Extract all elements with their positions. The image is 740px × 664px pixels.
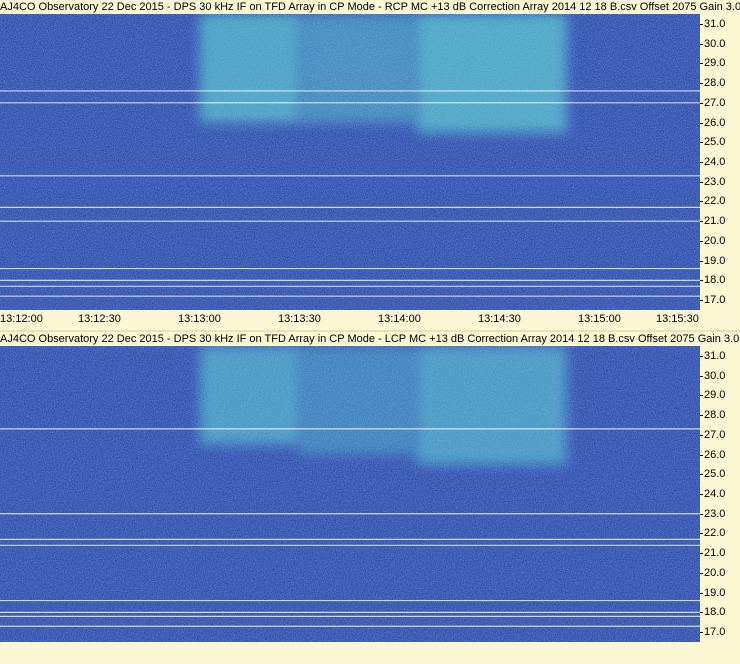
time-tick-label: 13:12:30 [78,313,121,325]
rcp-panel: AJ4CO Observatory 22 Dec 2015 - DPS 30 k… [0,0,740,330]
frequency-tick-label: 27.0 [699,96,726,109]
frequency-tick-label: 30.0 [699,37,726,50]
frequency-tick-label: 30.0 [699,369,726,382]
frequency-tick-label: 31.0 [699,349,726,362]
frequency-tick-label: 29.0 [699,389,726,402]
time-tick-label: 13:13:00 [178,313,221,325]
frequency-tick-label: 21.0 [699,215,726,228]
time-tick-label: 13:15:30 [656,313,699,325]
frequency-tick-label: 26.0 [699,448,726,461]
frequency-tick-label: 25.0 [699,468,726,481]
frequency-tick-label: 17.0 [699,626,726,639]
time-tick-label: 13:14:30 [478,313,521,325]
frequency-tick-label: 26.0 [699,116,726,129]
lcp-panel-title: AJ4CO Observatory 22 Dec 2015 - DPS 30 k… [0,332,740,346]
time-tick-label: 13:15:00 [578,313,621,325]
rcp-frequency-axis: 31.0 30.0 29.0 28.0 27.0 26.0 25.0 24.0 23.0 22.0… [699,14,740,310]
frequency-tick-label: 25.0 [699,136,726,149]
frequency-tick-label: 27.0 [699,428,726,441]
frequency-tick-label: 18.0 [699,274,726,287]
lcp-time-axis [0,642,740,660]
frequency-tick-label: 28.0 [699,77,726,90]
time-tick-label: 13:12:00 [0,313,43,325]
frequency-tick-label: 20.0 [699,566,726,579]
frequency-tick-label: 28.0 [699,409,726,422]
frequency-tick-label: 24.0 [699,156,726,168]
noise-overlay [0,346,700,642]
frequency-tick-label: 24.0 [699,488,726,500]
lcp-spectrogram [0,346,700,642]
frequency-tick-label: 21.0 [699,547,726,560]
frequency-tick-label: 17.0 [699,294,726,307]
time-tick-label: 13:13:30 [278,313,321,325]
frequency-tick-label: 31.0 [699,17,726,30]
frequency-tick-label: 23.0 [699,175,726,188]
rcp-time-axis: 13:12:00 13:12:30 13:13:00 13:13:30 13:14:00… [0,310,740,328]
frequency-tick-label: 20.0 [699,234,726,247]
time-tick-label: 13:14:00 [378,313,421,325]
frequency-tick-label: 18.0 [699,606,726,619]
frequency-tick-label: 19.0 [699,254,726,267]
frequency-tick-label: 22.0 [699,527,726,540]
frequency-tick-label: 29.0 [699,57,726,70]
lcp-frequency-axis: 31.0 30.0 29.0 28.0 27.0 26.0 25.0 24.0 23.0 22.0… [699,346,740,642]
lcp-panel: AJ4CO Observatory 22 Dec 2015 - DPS 30 k… [0,332,740,664]
noise-overlay [0,14,700,310]
frequency-tick-label: 19.0 [699,586,726,599]
rcp-panel-title: AJ4CO Observatory 22 Dec 2015 - DPS 30 k… [0,0,740,14]
frequency-tick-label: 23.0 [699,507,726,520]
rcp-spectrogram [0,14,700,310]
frequency-tick-label: 22.0 [699,195,726,208]
